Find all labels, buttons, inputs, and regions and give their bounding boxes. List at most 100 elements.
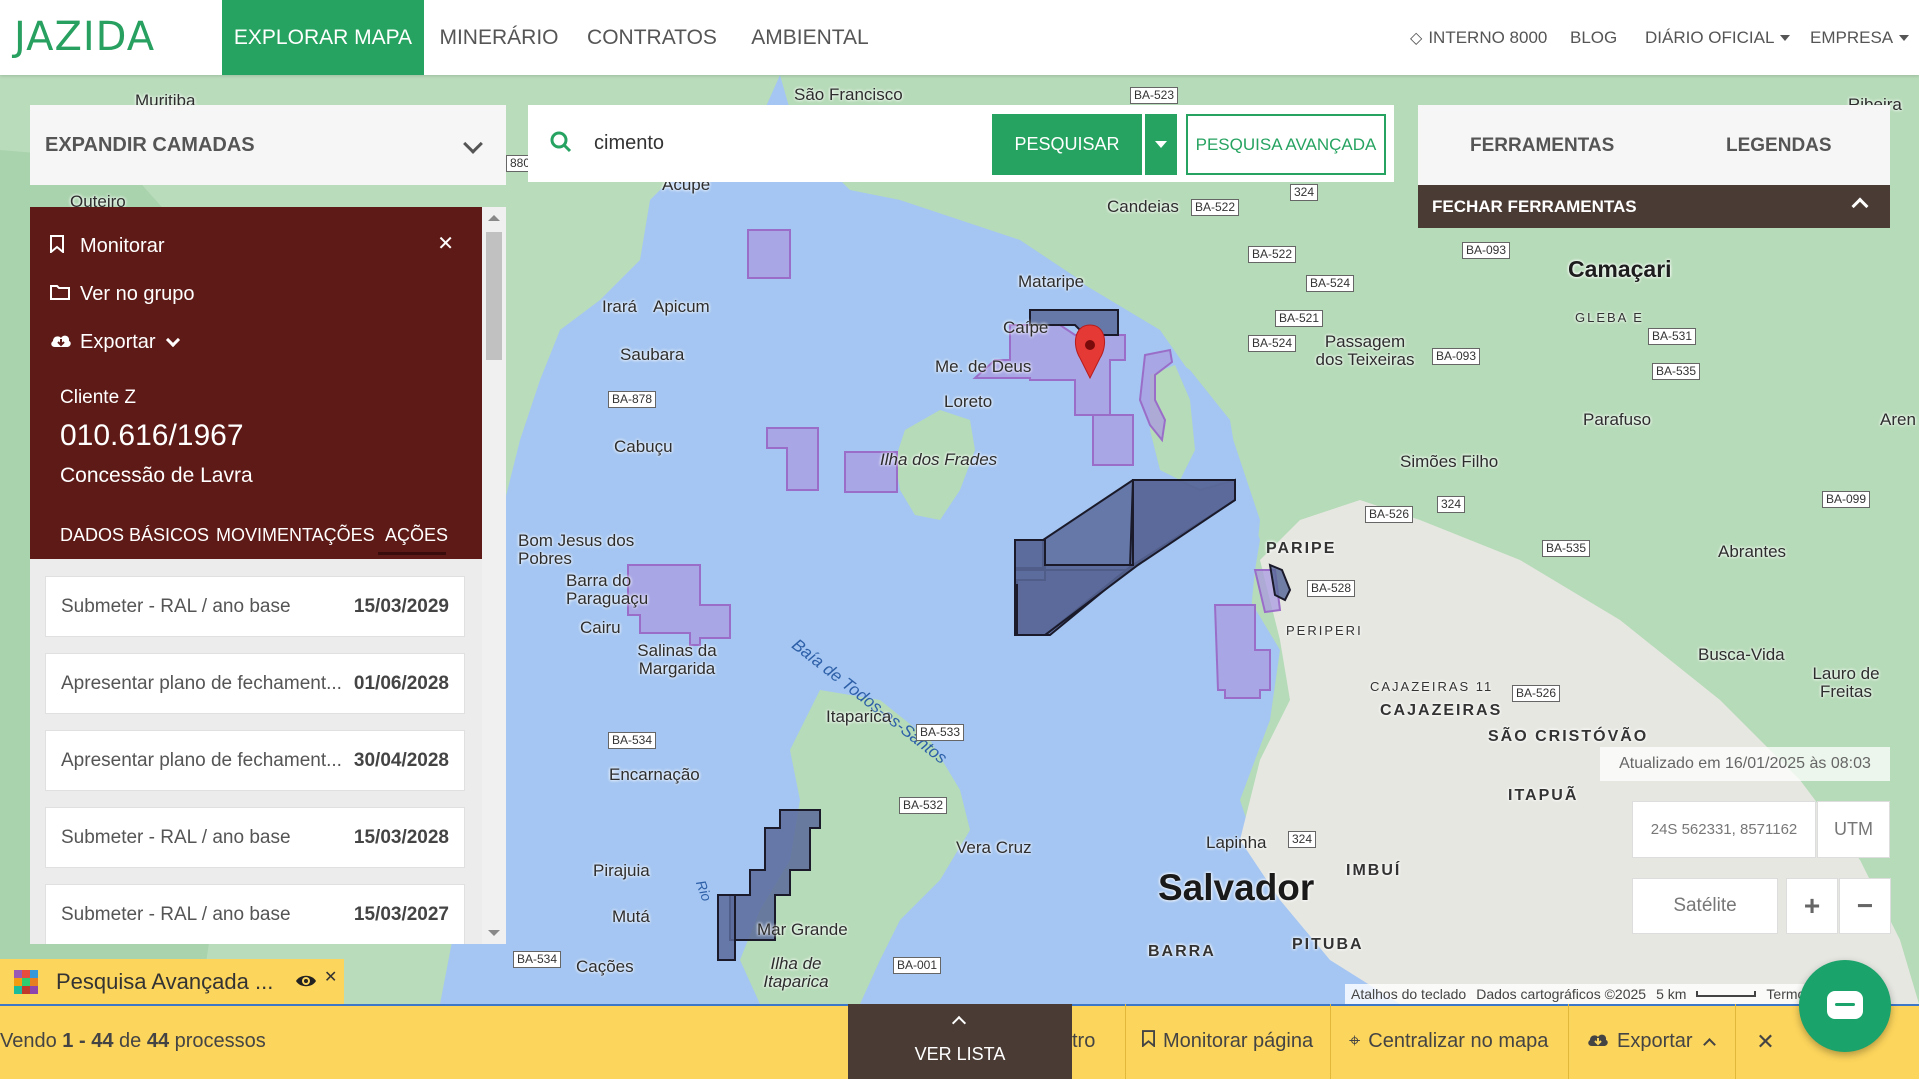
events-list: Submeter - RAL / ano base 15/03/2029 Apr… [30,559,482,944]
road-shield: BA-522 [1248,246,1297,263]
place-label: PERIPERI [1286,623,1363,638]
place-label: Cabuçu [614,437,673,456]
folder-icon [50,284,74,305]
place-label: Candeias [1107,197,1179,216]
internal-credits[interactable]: ◇ INTERNO 8000 [1410,0,1547,75]
chevron-up-icon [1702,1038,1716,1051]
place-label: Cações [576,957,634,976]
place-label: Abrantes [1718,542,1787,561]
center-map-action[interactable]: ⌖ Centralizar no mapa [1330,1004,1548,1079]
search-bar: PESQUISAR PESQUISA AVANÇADA [528,105,1394,182]
close-icon[interactable]: ✕ [324,967,337,987]
process-type: Concessão de Lavra [60,464,253,487]
place-label: Busca-Vida [1698,645,1785,664]
tab-ambiental[interactable]: AMBIENTAL [730,0,890,75]
road-shield: 324 [1288,831,1317,848]
road-shield: BA-534 [608,732,657,749]
keyboard-shortcuts-link[interactable]: Atalhos do teclado [1351,986,1466,1002]
place-label: GLEBA E [1575,310,1644,325]
center-map-label: Centralizar no mapa [1368,1030,1549,1052]
search-options-dropdown[interactable] [1145,114,1177,175]
view-list-button[interactable]: VER LISTA [848,1004,1072,1079]
count-of: de [119,1030,142,1052]
place-label: São Francisco [794,85,903,104]
diario-oficial-label: DIÁRIO OFICIAL [1645,27,1775,47]
road-shield: BA-524 [1248,335,1297,352]
scroll-up-icon[interactable] [488,215,500,221]
count-total: 44 [146,1030,170,1052]
scrollbar-thumb[interactable] [486,232,502,360]
chevron-up-icon [951,1015,967,1031]
active-tab-indicator [378,552,446,555]
place-label: Encarnação [609,765,700,784]
tab-movimentacoes[interactable]: MOVIMENTAÇÕES [216,525,375,546]
list-item[interactable]: Apresentar plano de fechament... 01/06/2… [45,653,465,714]
road-shield: BA-528 [1307,580,1356,597]
close-icon[interactable]: ✕ [437,231,454,256]
monitor-page-action[interactable]: Monitorar página [1125,1004,1313,1079]
expand-layers-dropdown[interactable]: EXPANDIR CAMADAS [30,105,506,185]
eye-icon[interactable] [295,969,317,995]
utm-toggle[interactable]: UTM [1817,801,1890,858]
scroll-down-icon[interactable] [488,930,500,936]
list-item[interactable]: Submeter - RAL / ano base 15/03/2029 [45,576,465,637]
road-shield: BA-523 [1130,87,1179,104]
tab-legendas[interactable]: LEGENDAS [1726,135,1832,157]
bookmark-icon [50,235,74,258]
empresa-label: EMPRESA [1810,27,1894,47]
road-shield: 324 [1290,184,1319,201]
chevron-down-icon [1899,34,1910,41]
tab-contratos[interactable]: CONTRATOS [574,0,730,75]
empresa-menu[interactable]: EMPRESA [1810,0,1910,75]
satellite-toggle[interactable]: Satélite [1632,878,1778,934]
count-suffix: processos [174,1030,266,1052]
chat-icon [1827,991,1863,1019]
bookmark-icon [1142,1030,1155,1053]
export-action[interactable]: Exportar [50,331,180,354]
close-tools-button[interactable]: FECHAR FERRAMENTAS [1418,185,1890,228]
place-label: Mutá [612,907,650,926]
top-navbar: JAZIDA EXPLORAR MAPA MINERÁRIO CONTRATOS… [0,0,1919,75]
road-shield: BA-521 [1275,310,1324,327]
place-label: Apicum [653,297,710,316]
chat-widget-button[interactable] [1799,960,1891,1052]
zoom-in-button[interactable]: + [1786,878,1838,934]
zoom-out-button[interactable]: − [1839,878,1891,934]
place-label: SÃO CRISTÓVÃO [1488,728,1649,745]
jazida-logo[interactable]: JAZIDA [14,14,155,60]
export-menu[interactable]: Exportar [1568,1004,1716,1079]
list-item[interactable]: Apresentar plano de fechament... 30/04/2… [45,730,465,791]
search-button[interactable]: PESQUISAR [992,114,1142,175]
internal-credits-label: INTERNO 8000 [1428,27,1548,47]
tab-ferramentas[interactable]: FERRAMENTAS [1470,135,1614,157]
scale-label: 5 km [1656,986,1687,1002]
monitor-action[interactable]: Monitorar [50,235,164,258]
blog-link[interactable]: BLOG [1570,0,1617,75]
saved-search-chip[interactable]: Pesquisa Avançada ... ✕ [0,959,344,1004]
tab-explorar-mapa[interactable]: EXPLORAR MAPA [222,0,424,75]
place-label: Mataripe [1018,272,1085,291]
close-icon[interactable]: ✕ [1735,1004,1795,1079]
list-item[interactable]: Submeter - RAL / ano base 15/03/2027 [45,884,465,944]
updated-timestamp: Atualizado em 16/01/2025 às 08:03 [1600,747,1890,781]
view-group-action[interactable]: Ver no grupo [50,283,195,306]
process-detail-panel: Monitorar Ver no grupo Exportar ✕ Client… [30,207,482,559]
place-label: Ilha de Itaparica [763,954,829,991]
place-label: PARIPE [1266,540,1337,557]
tab-acoes[interactable]: AÇÕES [385,525,448,546]
diario-oficial-menu[interactable]: DIÁRIO OFICIAL [1645,0,1791,75]
tab-dados-basicos[interactable]: DADOS BÁSICOS [60,525,209,546]
search-input[interactable] [594,125,994,161]
monitor-page-label: Monitorar página [1163,1030,1314,1052]
crosshair-icon: ⌖ [1349,1030,1361,1052]
road-shield: BA-099 [1822,491,1871,508]
filter-action[interactable]: tro [1072,1004,1095,1079]
tab-minerario[interactable]: MINERÁRIO [424,0,574,75]
event-text: Submeter - RAL / ano base [61,595,291,617]
advanced-search-button[interactable]: PESQUISA AVANÇADA [1186,114,1386,175]
list-item[interactable]: Submeter - RAL / ano base 15/03/2028 [45,807,465,868]
panel-scrollbar[interactable] [482,207,506,944]
count-prefix: Vendo [0,1030,57,1052]
place-label: Loreto [944,392,993,411]
place-label: Pirajuia [593,861,650,880]
